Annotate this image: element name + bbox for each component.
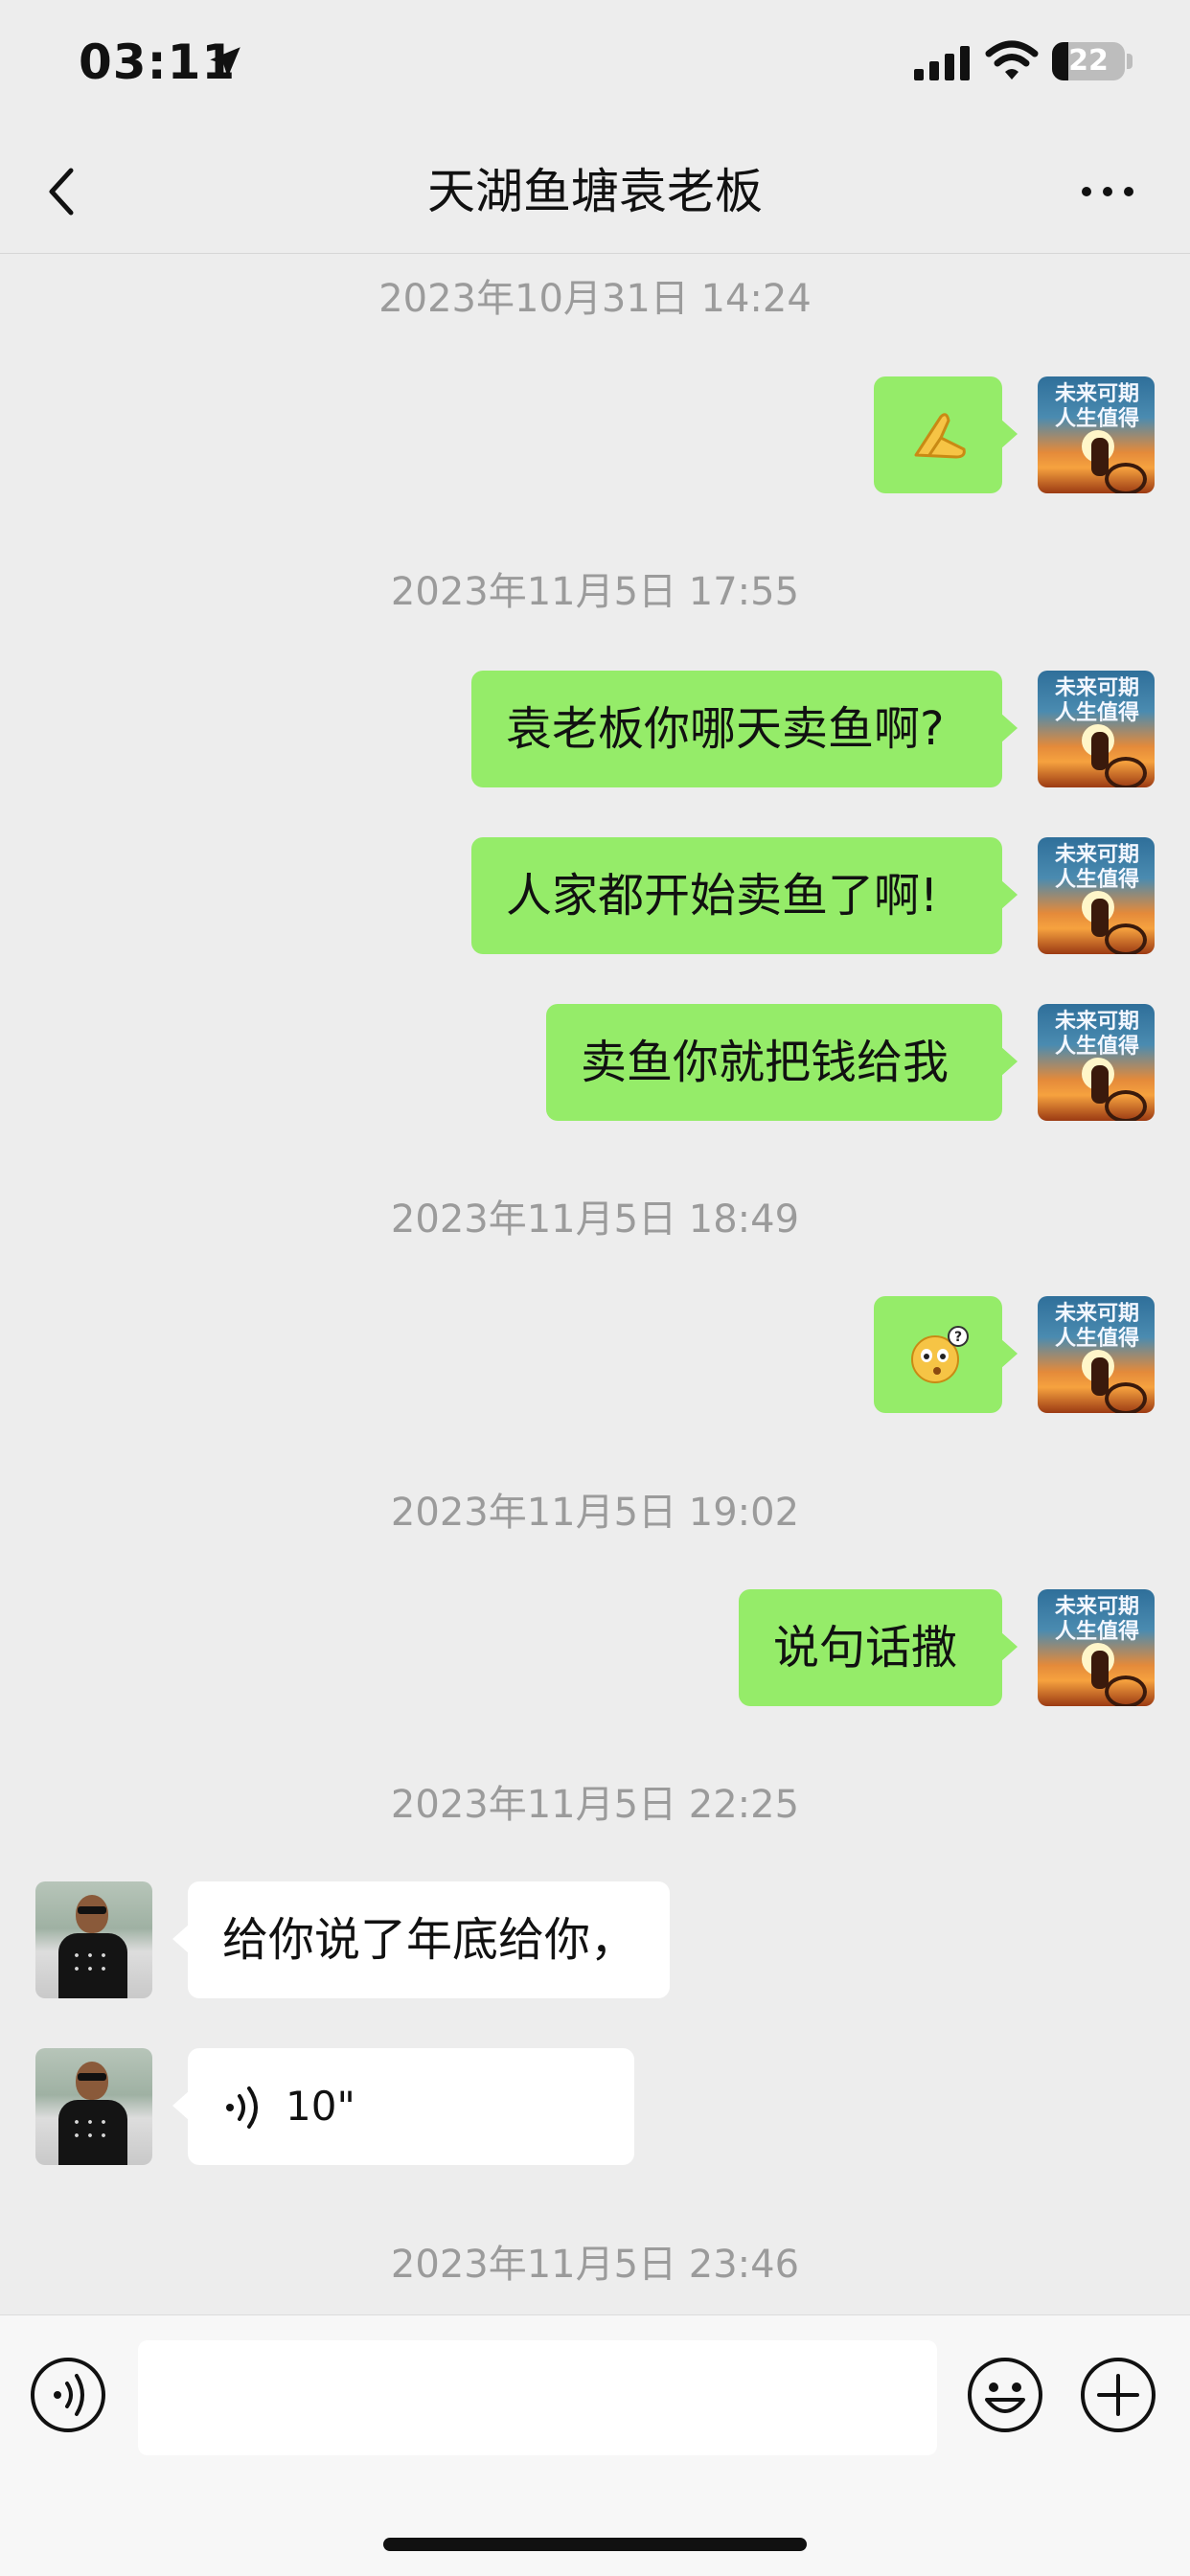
chat-header: 天湖鱼塘袁老板: [0, 134, 1190, 254]
avatar-text: 未来可期 人生值得: [1054, 1010, 1139, 1059]
input-bar: [0, 2314, 1190, 2576]
contact-avatar[interactable]: [35, 2048, 152, 2165]
avatar-text: 未来可期 人生值得: [1054, 676, 1139, 725]
battery-percentage: 22: [1068, 44, 1109, 78]
more-options-icon[interactable]: [1079, 176, 1136, 207]
message-bubble-sent[interactable]: [874, 376, 1018, 493]
my-avatar[interactable]: 未来可期 人生值得: [1038, 671, 1155, 787]
home-indicator[interactable]: [383, 2538, 807, 2551]
message-text: 袁老板你哪天卖鱼啊?: [506, 702, 945, 756]
message-bubble-sent[interactable]: ?: [874, 1296, 1018, 1413]
voice-duration: 10": [286, 2083, 355, 2130]
voice-wave-icon: [226, 2086, 258, 2129]
my-avatar[interactable]: 未来可期 人生值得: [1038, 1589, 1155, 1706]
message-timestamp: 2023年11月5日 22:25: [390, 1783, 800, 1827]
message-timestamp: 2023年11月5日 19:02: [390, 1491, 800, 1535]
contact-avatar[interactable]: [35, 1881, 152, 1998]
signal-icon: [914, 46, 970, 80]
message-timestamp: 2023年10月31日 14:24: [378, 277, 812, 321]
message-timestamp: 2023年11月5日 23:46: [390, 2243, 800, 2287]
message-bubble-sent[interactable]: 人家都开始卖鱼了啊!: [471, 837, 1018, 954]
message-bubble-received[interactable]: 给你说了年底给你，: [172, 1881, 670, 1998]
voice-input-toggle-icon[interactable]: [29, 2356, 107, 2434]
voice-message-bubble[interactable]: 10": [172, 2048, 634, 2165]
emoji-picker-icon[interactable]: [966, 2356, 1044, 2434]
my-avatar[interactable]: 未来可期 人生值得: [1038, 837, 1155, 954]
svg-text:?: ?: [954, 1330, 962, 1345]
my-avatar[interactable]: 未来可期 人生值得: [1038, 376, 1155, 493]
message-bubble-sent[interactable]: 袁老板你哪天卖鱼啊?: [471, 671, 1018, 787]
my-avatar[interactable]: 未来可期 人生值得: [1038, 1296, 1155, 1413]
my-avatar[interactable]: 未来可期 人生值得: [1038, 1004, 1155, 1121]
avatar-text: 未来可期 人生值得: [1054, 843, 1139, 892]
message-timestamp: 2023年11月5日 18:49: [390, 1197, 800, 1242]
add-attachment-icon[interactable]: [1079, 2356, 1157, 2434]
wifi-icon: [985, 40, 1039, 80]
confused-face-emoji-icon: ?: [911, 1326, 969, 1383]
message-bubble-sent[interactable]: 卖鱼你就把钱给我: [546, 1004, 1018, 1121]
avatar-text: 未来可期 人生值得: [1054, 1302, 1139, 1351]
chat-title: 天湖鱼塘袁老板: [427, 164, 763, 219]
avatar-text: 未来可期 人生值得: [1054, 382, 1139, 431]
avatar-text: 未来可期 人生值得: [1054, 1595, 1139, 1644]
message-text: 人家都开始卖鱼了啊!: [506, 869, 939, 923]
status-bar: 03:11 22: [0, 0, 1190, 134]
message-input[interactable]: [138, 2340, 937, 2455]
location-arrow-icon: [210, 47, 240, 78]
message-text: 说句话撒: [773, 1621, 958, 1675]
battery-indicator: 22: [1052, 42, 1125, 80]
battery-cap: [1127, 54, 1133, 69]
message-bubble-sent[interactable]: 说句话撒: [739, 1589, 1018, 1706]
message-text: 卖鱼你就把钱给我: [581, 1036, 950, 1089]
folded-hands-emoji-icon: [914, 413, 966, 459]
message-text: 给你说了年底给你，: [222, 1913, 637, 1967]
message-timestamp: 2023年11月5日 17:55: [390, 570, 800, 614]
